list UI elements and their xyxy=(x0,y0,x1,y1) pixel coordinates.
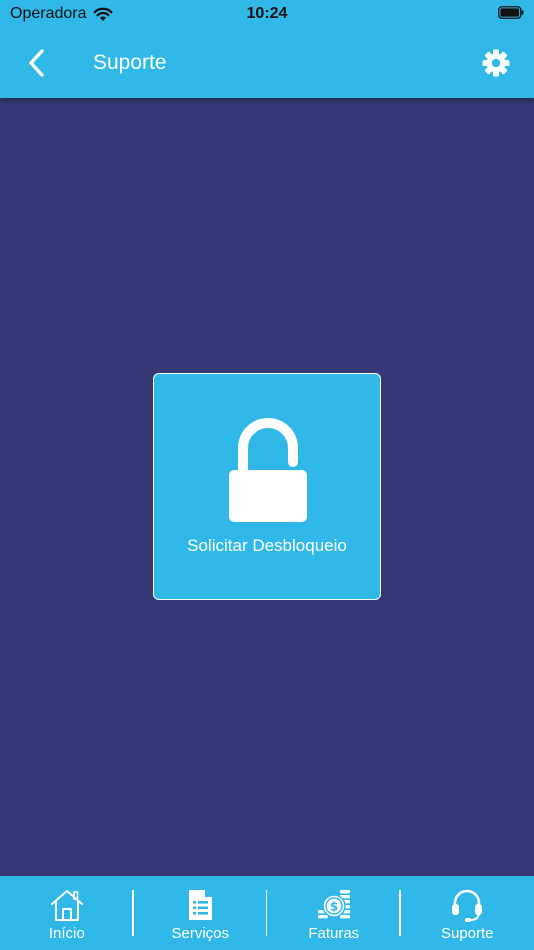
status-time: 10:24 xyxy=(246,5,288,22)
headset-icon xyxy=(452,889,483,922)
settings-button[interactable] xyxy=(480,47,512,79)
tab-servicos[interactable]: Serviços xyxy=(134,876,267,950)
home-icon xyxy=(50,890,83,921)
battery-icon xyxy=(498,6,524,19)
tab-label: Início xyxy=(48,925,85,942)
tab-bar: Início Serviços $ Faturas Suporte xyxy=(0,876,534,950)
unlock-icon xyxy=(229,418,307,522)
tab-icon-wrapper xyxy=(49,887,85,923)
gear-icon xyxy=(482,49,510,77)
status-bar: Operadora 10:24 xyxy=(0,0,534,28)
tab-suporte[interactable]: Suporte xyxy=(401,876,534,950)
chevron-left-icon xyxy=(29,49,44,77)
request-unlock-button[interactable]: Solicitar Desbloqueio xyxy=(153,373,381,600)
request-unlock-label: Solicitar Desbloqueio xyxy=(187,536,347,555)
navigation-bar: Suporte xyxy=(0,28,534,98)
main-content: Solicitar Desbloqueio xyxy=(0,98,534,876)
tab-icon-wrapper: $ xyxy=(316,887,352,923)
tab-icon-wrapper xyxy=(449,887,485,923)
tab-faturas[interactable]: $ Faturas xyxy=(267,876,401,950)
svg-text:$: $ xyxy=(330,900,338,914)
top-bar: Operadora 10:24 Suporte xyxy=(0,0,534,98)
tab-label: Faturas xyxy=(308,925,360,942)
tab-label: Serviços xyxy=(171,925,230,942)
tab-label: Suporte xyxy=(440,925,494,942)
document-list-icon xyxy=(189,890,213,920)
back-button[interactable] xyxy=(20,46,54,80)
tab-icon-wrapper xyxy=(182,887,218,923)
tab-inicio[interactable]: Início xyxy=(0,876,134,950)
page-title: Suporte xyxy=(93,51,167,74)
money-icon: $ xyxy=(317,890,350,919)
